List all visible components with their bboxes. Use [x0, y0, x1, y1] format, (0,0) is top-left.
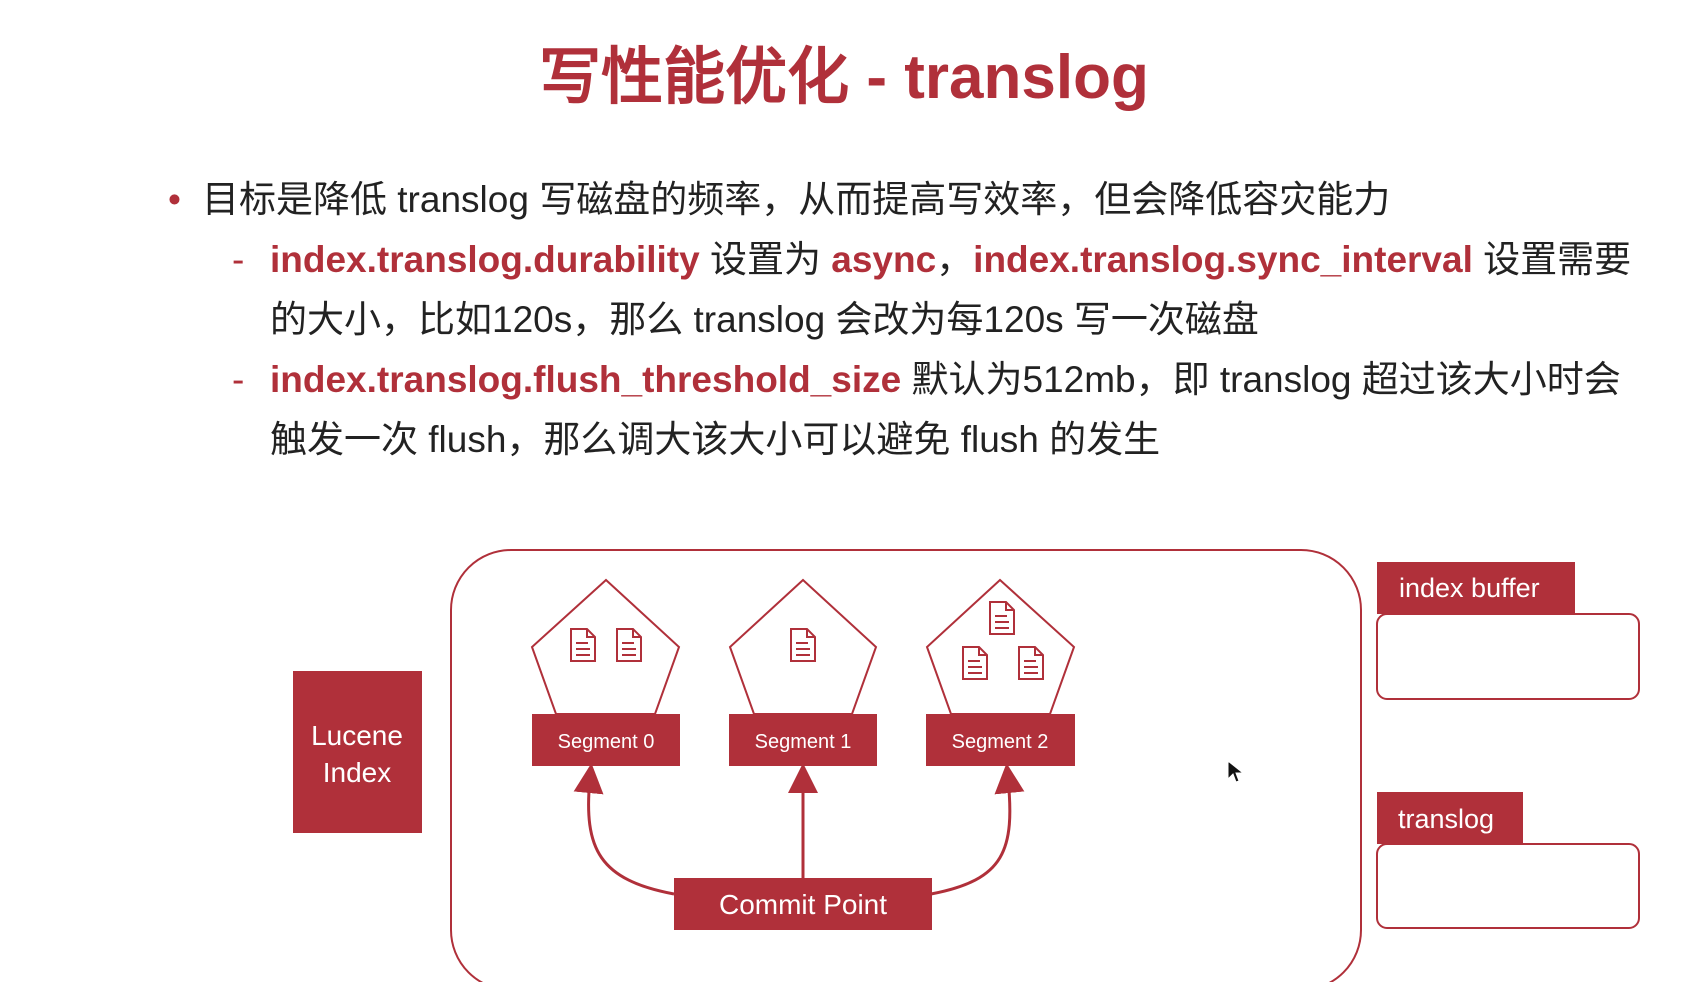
segment-0-label: Segment 0 [558, 731, 655, 753]
translog-box [1376, 843, 1640, 929]
segment-0-pentagon [530, 578, 681, 715]
mouse-cursor-icon [1227, 760, 1245, 783]
document-icon [989, 601, 1015, 635]
arrow-to-segment-2 [930, 763, 1025, 896]
lucene-index-label-2: Index [323, 757, 392, 788]
commit-point-label: Commit Point [719, 889, 887, 920]
segment-1-label: Segment 1 [755, 731, 852, 753]
index-buffer-label: index buffer [1399, 573, 1540, 603]
arrow-to-segment-0 [573, 763, 675, 896]
document-icon [570, 628, 596, 662]
lucene-index-label-1: Lucene [311, 720, 403, 751]
document-icon [790, 628, 816, 662]
segment-2-label: Segment 2 [952, 731, 1049, 753]
document-icon [616, 628, 642, 662]
document-icon [962, 646, 988, 680]
lucene-diagram: Lucene Index Segment 0 Segment 1 Segment… [293, 549, 1640, 982]
index-buffer-box [1376, 613, 1640, 700]
segment-2-pentagon [925, 578, 1076, 715]
document-icon [1018, 646, 1044, 680]
lucene-index-box [293, 671, 422, 833]
translog-label: translog [1398, 804, 1494, 834]
